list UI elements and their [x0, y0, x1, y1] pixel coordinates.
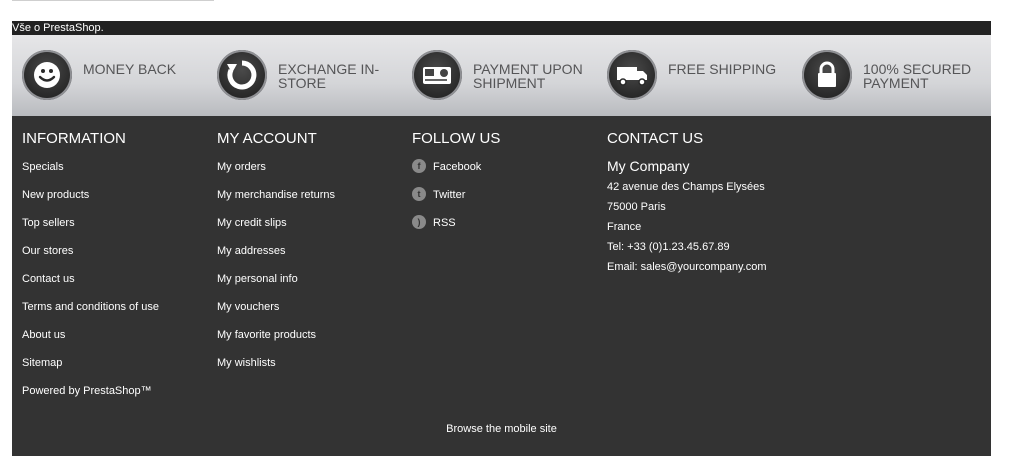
- contact-phone: Tel: +33 (0)1.23.45.67.89: [607, 241, 730, 253]
- contact-email[interactable]: Email: sales@yourcompany.com: [607, 261, 767, 281]
- contact-title: CONTACT US: [607, 130, 704, 147]
- follow-link-facebook[interactable]: f Facebook: [412, 159, 482, 189]
- smiley-icon: [22, 50, 72, 100]
- footer: Vše o PrestaShop. MONEY BACK EXCHANGE IN…: [12, 21, 991, 456]
- reinsurance-label: EXCHANGE IN-STORE: [278, 61, 380, 91]
- follow-label: Twitter: [433, 189, 466, 201]
- account-title: MY ACCOUNT: [217, 130, 317, 147]
- account-link-personal-info[interactable]: My personal info: [217, 273, 335, 301]
- reinsurance-bar: MONEY BACK EXCHANGE IN-STORE PAYMENT UPO…: [12, 35, 991, 116]
- account-link-orders[interactable]: My orders: [217, 161, 335, 189]
- follow-label: RSS: [433, 217, 456, 229]
- contact-country: France: [607, 221, 642, 233]
- truck-icon: [607, 50, 657, 100]
- exchange-icon: [217, 50, 267, 100]
- reinsurance-label: FREE SHIPPING: [668, 61, 777, 77]
- reinsurance-money-back: MONEY BACK: [12, 50, 202, 102]
- twitter-icon: t: [412, 187, 426, 201]
- account-link-vouchers[interactable]: My vouchers: [217, 301, 335, 329]
- reinsurance-label: PAYMENT UPON SHIPMENT: [473, 61, 583, 91]
- rss-icon: ): [412, 215, 426, 229]
- follow-title: FOLLOW US: [412, 130, 501, 147]
- follow-link-twitter[interactable]: t Twitter: [412, 187, 481, 217]
- reinsurance-payment: PAYMENT UPON SHIPMENT: [402, 50, 592, 102]
- footer-link-our-stores[interactable]: Our stores: [22, 245, 159, 273]
- account-link-returns[interactable]: My merchandise returns: [217, 189, 335, 217]
- footer-link-top-sellers[interactable]: Top sellers: [22, 217, 159, 245]
- contact-address-line1: 42 avenue des Champs Elysées: [607, 181, 765, 193]
- payment-icon: [412, 50, 462, 100]
- account-link-wishlists[interactable]: My wishlists: [217, 357, 335, 385]
- footer-link-sitemap[interactable]: Sitemap: [22, 357, 159, 385]
- follow-label: Facebook: [433, 161, 482, 173]
- lock-icon: [802, 50, 852, 100]
- footer-link-new-products[interactable]: New products: [22, 189, 159, 217]
- information-title: INFORMATION: [22, 130, 126, 147]
- reinsurance-label: 100% SECURED PAYMENT: [863, 61, 972, 91]
- footer-link-contact-us[interactable]: Contact us: [22, 273, 159, 301]
- mobile-site-link[interactable]: Browse the mobile site: [12, 423, 991, 435]
- account-link-favorites[interactable]: My favorite products: [217, 329, 335, 357]
- topbar-text: Vše o PrestaShop.: [12, 21, 991, 35]
- reinsurance-label: MONEY BACK: [83, 61, 177, 77]
- footer-link-about-us[interactable]: About us: [22, 329, 159, 357]
- reinsurance-shipping: FREE SHIPPING: [597, 50, 787, 102]
- facebook-icon: f: [412, 159, 426, 173]
- top-divider: [12, 0, 214, 1]
- reinsurance-exchange: EXCHANGE IN-STORE: [207, 50, 397, 102]
- follow-link-rss[interactable]: ) RSS: [412, 215, 481, 245]
- reinsurance-secured: 100% SECURED PAYMENT: [792, 50, 982, 102]
- company-name: My Company: [607, 158, 690, 174]
- footer-link-powered-by[interactable]: Powered by PrestaShop™: [22, 385, 159, 413]
- account-link-credit-slips[interactable]: My credit slips: [217, 217, 335, 245]
- contact-address-line2: 75000 Paris: [607, 201, 666, 213]
- footer-link-specials[interactable]: Specials: [22, 161, 159, 189]
- footer-link-terms[interactable]: Terms and conditions of use: [22, 301, 159, 329]
- account-link-addresses[interactable]: My addresses: [217, 245, 335, 273]
